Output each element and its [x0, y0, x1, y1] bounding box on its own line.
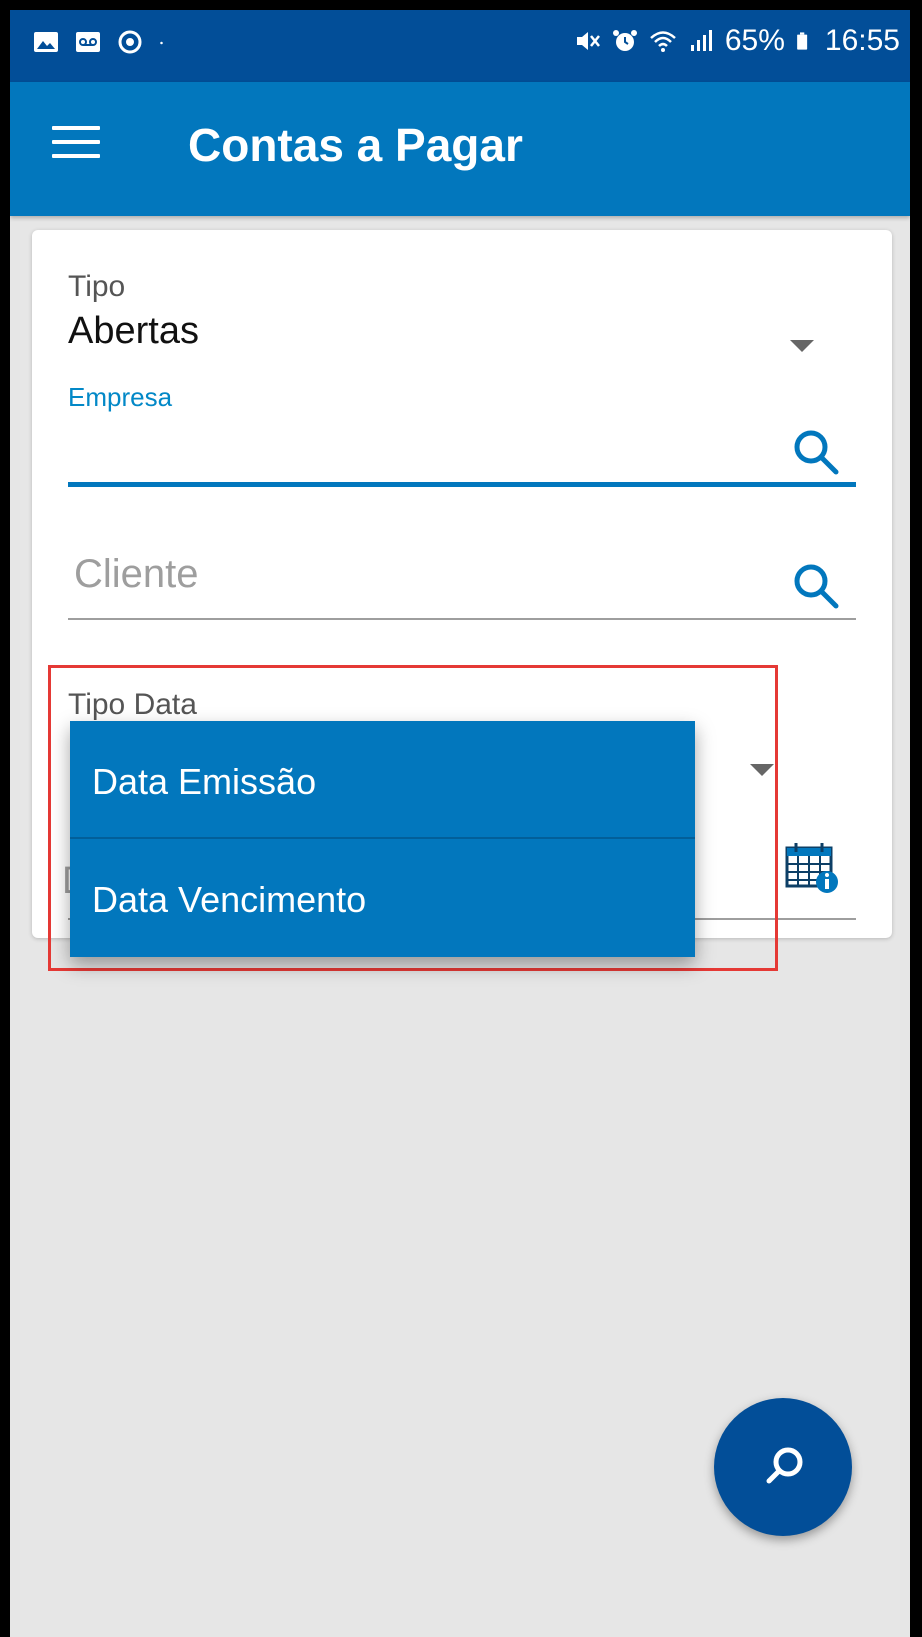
- tipo-dropdown-arrow-icon[interactable]: [790, 340, 814, 352]
- empresa-underline: [68, 482, 856, 487]
- app-bar: Contas a Pagar: [10, 82, 910, 216]
- status-left-icons: [32, 28, 172, 56]
- page-title: Contas a Pagar: [188, 119, 523, 171]
- mute-icon: [576, 32, 600, 50]
- option-data-emissao[interactable]: Data Emissão: [70, 721, 695, 838]
- empresa-search-icon[interactable]: [790, 426, 842, 478]
- option-label: Data Emissão: [92, 761, 317, 802]
- battery-icon: [797, 32, 808, 50]
- empresa-input[interactable]: [68, 420, 788, 472]
- search-fab-button[interactable]: [714, 1398, 852, 1536]
- status-right-icons: 65% 16:55: [573, 24, 900, 58]
- image-icon: [34, 32, 58, 52]
- wifi-icon: [650, 31, 676, 52]
- tipo-data-dropdown-menu: Data Emissão Data Vencimento: [70, 721, 695, 957]
- tipo-label: Tipo: [68, 270, 126, 303]
- option-label: Data Vencimento: [92, 879, 367, 920]
- status-bar: 65% 16:55: [10, 10, 910, 82]
- search-icon: [766, 1447, 803, 1484]
- cliente-search-icon[interactable]: [790, 560, 842, 612]
- battery-percent: 65%: [724, 24, 785, 57]
- device-frame: 65% 16:55 Contas a Pagar Tipo Abertas Em…: [0, 0, 922, 1637]
- calendar-icon[interactable]: [784, 840, 840, 894]
- dot-icon: [160, 41, 163, 45]
- signal-icon: [690, 30, 712, 51]
- cliente-underline: [68, 618, 856, 620]
- cliente-input[interactable]: Cliente: [74, 552, 199, 597]
- tipo-data-label: Tipo Data: [68, 688, 197, 721]
- clock: 16:55: [824, 24, 900, 57]
- option-data-vencimento[interactable]: Data Vencimento: [70, 839, 695, 956]
- tipo-select[interactable]: Abertas: [68, 310, 199, 353]
- voicemail-icon: [76, 32, 100, 52]
- menu-icon[interactable]: [52, 126, 102, 166]
- tipo-data-dropdown-arrow-icon[interactable]: [750, 764, 774, 776]
- sync-icon: [118, 30, 142, 54]
- alarm-icon: [612, 30, 637, 51]
- empresa-label: Empresa: [68, 382, 173, 412]
